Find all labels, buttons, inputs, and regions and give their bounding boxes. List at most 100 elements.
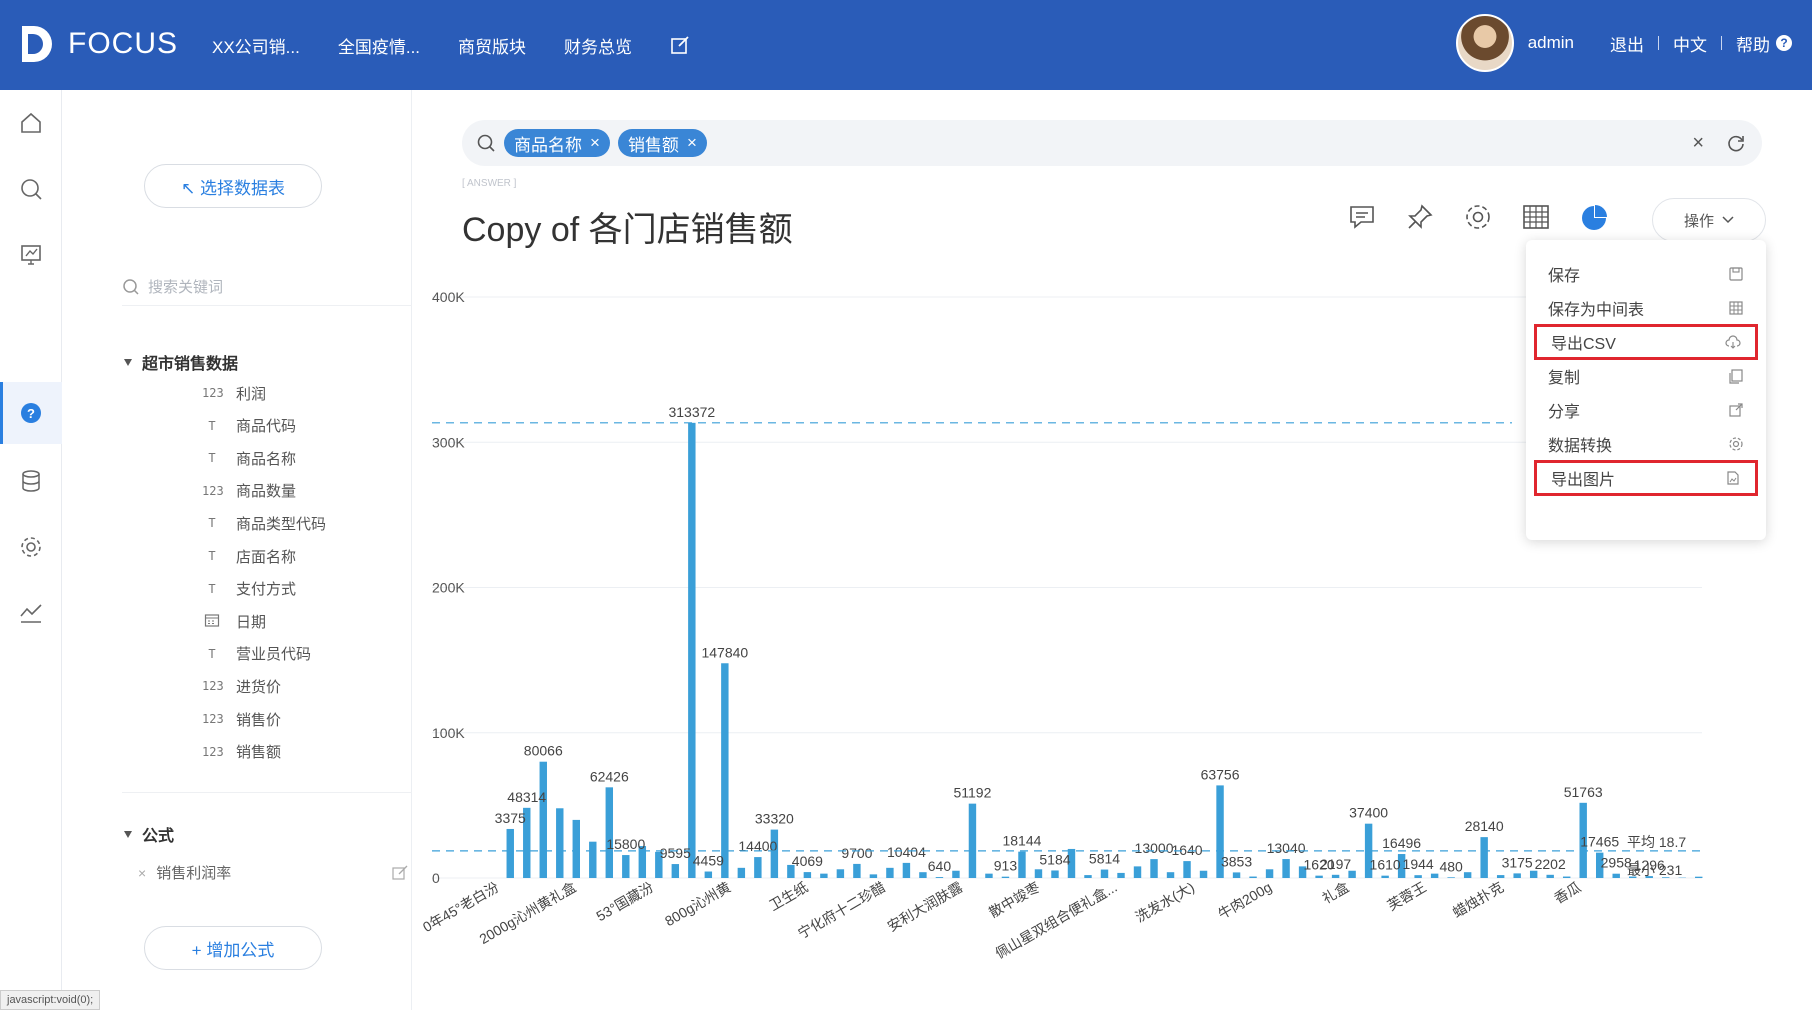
menu-item-share[interactable]: 分享 [1534,392,1758,428]
language-switch[interactable]: 中文 [1673,31,1707,56]
field-item[interactable]: T 商品代码 [202,415,296,437]
dashboard-icon[interactable] [18,242,44,268]
menu-item-export-csv[interactable]: 导出CSV [1534,324,1758,360]
minimum-label: 最小 231 [1627,862,1682,878]
chart-grid [432,296,1702,879]
bar [572,819,580,878]
field-item[interactable]: T 支付方式 [202,578,296,600]
data-label: 3175 [1502,854,1533,870]
trend-icon[interactable] [18,600,44,626]
data-label: 313372 [668,404,715,420]
status-bar: javascript:void(0); [0,990,101,1010]
expand-triangle-icon [124,358,132,366]
data-label: 51192 [953,785,991,801]
data-label: 13000 [1135,840,1174,856]
data-label: 480 [1439,858,1463,874]
bar [1166,872,1175,878]
x-tick-label: 800g沁州黄 [662,879,733,929]
y-tick-label: 200K [432,580,465,596]
data-label: 1640 [1171,842,1202,858]
data-label: 1610 [1370,857,1401,873]
nav-item-company-sales[interactable]: XX公司销... [212,33,300,58]
username[interactable]: admin [1528,33,1574,53]
menu-item-label: 保存为中间表 [1548,302,1645,319]
x-tick-label: 宁化府十二珍醋 [795,879,888,942]
field-type-icon: 123 [202,744,224,759]
data-label: 5184 [1039,851,1070,867]
y-axis: 400K 300K 200K 100K 0 [432,289,465,886]
field-item-label: 商品名称 [236,450,297,468]
field-item[interactable]: T 商品类型代码 [202,512,326,534]
field-type-icon: 123 [202,712,224,726]
help-link[interactable]: 帮助 ? [1736,31,1792,56]
field-type-icon: T [208,581,216,596]
field-item[interactable]: T 店面名称 [202,545,296,567]
field-item[interactable]: 123 商品数量 [202,480,296,502]
menu-item-data-transform[interactable]: 数据转换 [1534,426,1758,462]
main-panel: 商品名称 × 销售额 × × [ ANSWER ] Copy of 各门店销售额 操… [412,90,1812,1010]
data-label: 640 [928,858,952,874]
bar [1414,875,1422,878]
nav-item-epidemic[interactable]: 全国疫情... [338,33,420,58]
bar [737,867,746,878]
copy-icon [1729,369,1743,384]
settings-icon[interactable] [18,534,44,560]
field-item-label: 商品代码 [236,418,297,436]
field-item[interactable]: 123 销售额 [202,741,281,763]
user-area: admin 退出 中文 帮助 ? [1455,14,1792,72]
menu-item-copy[interactable]: 复制 [1534,358,1758,394]
field-item[interactable]: 123 销售价 [202,708,281,730]
add-formula-button[interactable]: + 增加公式 [144,926,322,970]
menu-item-label: 复制 [1548,370,1581,387]
field-type-icon: T [208,549,216,563]
question-icon[interactable]: ? [18,400,44,426]
bar [1051,870,1059,878]
logout-link[interactable]: 退出 [1610,31,1644,56]
bar [1249,876,1257,878]
avatar[interactable] [1455,14,1514,72]
y-tick-label: 100K [432,725,465,741]
formula-item[interactable]: × 销售利润率 [138,862,408,883]
bar [935,877,944,878]
menu-item-label: 数据转换 [1548,438,1613,455]
focus-logo[interactable]: FOCUS [18,22,178,66]
bar [1513,873,1521,878]
menu-item-export-image[interactable]: 导出图片 [1534,460,1758,496]
field-item[interactable]: 123 进货价 [202,675,281,697]
field-item[interactable]: 123 利润 [202,382,266,404]
bar [1430,873,1439,878]
edit-icon[interactable] [670,35,690,55]
data-label: 51763 [1564,784,1603,800]
menu-item-save-as-table[interactable]: 保存为中间表 [1534,290,1758,326]
gear-icon [1729,437,1743,451]
data-label: 1944 [1403,856,1434,872]
nav-item-finance[interactable]: 财务总览 [564,33,632,58]
nav-item-trade[interactable]: 商贸版块 [458,33,526,58]
delete-icon[interactable]: × [138,865,146,881]
table-group-header[interactable]: 超市销售数据 [124,350,238,374]
menu-item-save[interactable]: 保存 [1534,256,1758,292]
data-label: 33320 [755,811,794,827]
field-search[interactable]: 搜索关键词 [122,268,438,306]
search-icon[interactable] [18,176,44,202]
field-item[interactable]: T 营业员代码 [202,643,311,665]
database-icon[interactable] [18,468,44,494]
bar [1034,869,1043,878]
menu-item-label: 保存 [1548,268,1581,285]
bar [1612,873,1620,878]
field-item[interactable]: T 商品名称 [202,447,296,469]
x-tick-label: 散中竣枣 [986,879,1042,921]
select-table-button[interactable]: ↖ 选择数据表 [144,164,322,208]
home-icon[interactable] [18,110,44,136]
table-icon [1729,301,1743,315]
logo-text: FOCUS [68,27,178,60]
edit-icon[interactable] [392,865,408,881]
bar [1447,877,1455,878]
field-item-label: 支付方式 [236,581,297,599]
field-item[interactable]: 日期 [202,610,266,632]
formula-group-header[interactable]: 公式 [124,822,174,846]
bar [1117,872,1125,878]
help-label: 帮助 [1736,35,1770,55]
field-item-label: 进货价 [236,678,282,696]
bar [820,873,828,878]
